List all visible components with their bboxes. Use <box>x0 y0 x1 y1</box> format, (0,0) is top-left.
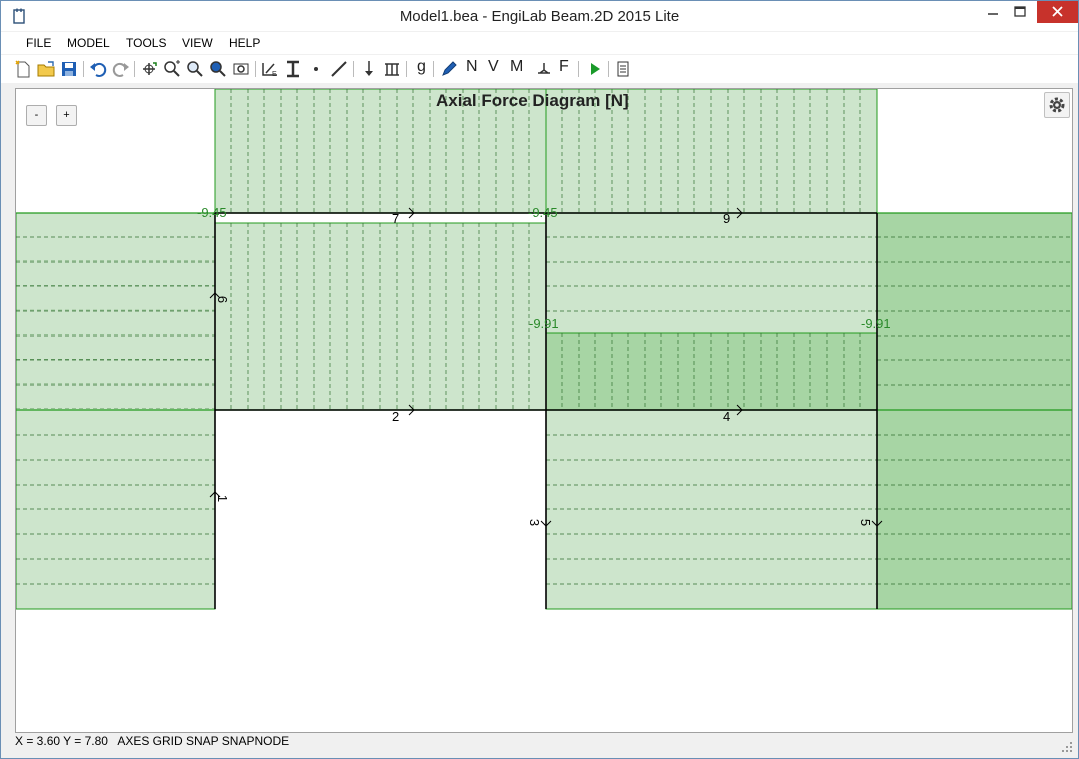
point-load-icon[interactable] <box>359 59 379 79</box>
window-title: Model1.bea - EngiLab Beam.2D 2015 Lite <box>399 8 680 25</box>
i-beam-icon[interactable] <box>283 59 303 79</box>
save-icon[interactable] <box>59 59 79 79</box>
element-label: 6 <box>215 295 231 304</box>
close-button[interactable] <box>1037 1 1078 23</box>
report-icon[interactable] <box>613 59 633 79</box>
beam-element-icon[interactable] <box>329 59 349 79</box>
zoom-out-button[interactable]: - <box>26 105 47 126</box>
app-window: Model1.bea - EngiLab Beam.2D 2015 Lite F… <box>0 0 1079 759</box>
close-icon <box>1052 6 1063 17</box>
pan-icon[interactable] <box>139 59 159 79</box>
value-label: -9.45 <box>528 205 558 220</box>
toolbar-separator <box>83 61 84 77</box>
diagram-svg <box>16 89 1072 610</box>
menu-file[interactable]: FILE <box>26 36 51 50</box>
toolbar: E g N V M F <box>1 55 1078 83</box>
axial-diagram-element-6-hatch <box>16 237 215 434</box>
menu-bar: FILE MODEL TOOLS VIEW HELP <box>1 32 1078 54</box>
element-label: 2 <box>392 409 400 424</box>
gear-icon <box>1049 97 1065 113</box>
value-label: -9.91 <box>861 316 891 331</box>
settings-button[interactable] <box>1044 92 1070 118</box>
bending-moment-button[interactable]: M <box>510 58 523 76</box>
drawing-canvas[interactable]: - + Axial Force Diagram [N] -9.45 -9.45 … <box>15 88 1073 733</box>
axial-force-button[interactable]: N <box>466 58 478 76</box>
shear-force-button[interactable]: V <box>488 58 499 76</box>
axial-diagram-element-1 <box>16 409 216 610</box>
section-properties-icon[interactable]: E <box>260 59 280 79</box>
status-bar: X = 3.60 Y = 7.80 AXES GRID SNAP SNAPNOD… <box>15 734 289 748</box>
element-label: 5 <box>858 518 874 527</box>
zoom-window-icon[interactable] <box>185 59 205 79</box>
axial-diagram-element-3 <box>545 409 878 610</box>
menu-tools[interactable]: TOOLS <box>126 36 166 50</box>
reactions-icon[interactable] <box>534 59 554 79</box>
axial-diagram-element-8 <box>876 212 1072 411</box>
element-label: 9 <box>723 211 731 226</box>
element-label: 4 <box>723 409 731 424</box>
axial-diagram-element-5 <box>876 409 1072 610</box>
undo-icon[interactable] <box>88 59 108 79</box>
run-analysis-icon[interactable] <box>585 59 605 79</box>
element-label: 1 <box>215 494 231 503</box>
minimize-icon <box>988 13 998 15</box>
new-file-icon[interactable] <box>13 59 33 79</box>
zoom-extents-icon[interactable] <box>208 59 228 79</box>
toolbar-separator <box>353 61 354 77</box>
pencil-icon[interactable] <box>439 59 459 79</box>
zoom-in-out-icon[interactable] <box>162 59 182 79</box>
maximize-button[interactable] <box>1007 1 1033 23</box>
maximize-icon <box>1014 6 1026 17</box>
zoom-all-icon[interactable] <box>231 59 251 79</box>
zoom-in-button[interactable]: + <box>56 105 77 126</box>
open-folder-icon[interactable] <box>36 59 56 79</box>
forces-button[interactable]: F <box>559 58 569 76</box>
status-flags: AXES GRID SNAP SNAPNODE <box>117 734 290 748</box>
svg-text:E: E <box>272 71 277 78</box>
toolbar-separator <box>255 61 256 77</box>
distributed-load-icon[interactable] <box>382 59 402 79</box>
node-icon[interactable] <box>306 59 326 79</box>
redo-icon[interactable] <box>111 59 131 79</box>
element-label: 7 <box>392 211 400 226</box>
toolbar-separator <box>406 61 407 77</box>
axial-diagram-element-3-upper <box>545 212 878 334</box>
self-weight-button[interactable]: g <box>417 58 426 76</box>
toolbar-separator <box>608 61 609 77</box>
toolbar-separator <box>134 61 135 77</box>
resize-grip-icon[interactable] <box>1061 741 1073 753</box>
title-bar: Model1.bea - EngiLab Beam.2D 2015 Lite <box>1 1 1078 31</box>
menu-model[interactable]: MODEL <box>67 36 110 50</box>
value-label: -9.91 <box>529 316 559 331</box>
menu-help[interactable]: HELP <box>229 36 260 50</box>
value-label: -9.45 <box>197 205 227 220</box>
status-coordinates: X = 3.60 Y = 7.80 <box>15 734 108 748</box>
menu-view[interactable]: VIEW <box>182 36 213 50</box>
toolbar-separator <box>433 61 434 77</box>
toolbar-separator <box>578 61 579 77</box>
element-label: 3 <box>527 518 543 527</box>
diagram-title: Axial Force Diagram [N] <box>436 91 629 110</box>
minimize-button[interactable] <box>979 1 1007 23</box>
